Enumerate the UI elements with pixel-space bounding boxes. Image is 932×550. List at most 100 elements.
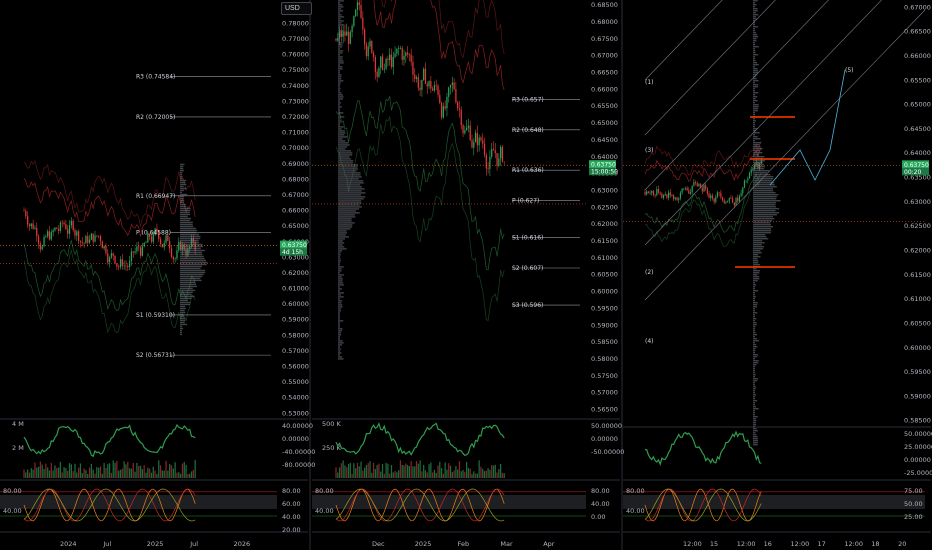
volume-profile-bar [753,222,771,224]
volume-profile-bar [338,2,341,4]
volume-profile-bar [753,432,756,434]
volume-profile-bar [753,318,757,320]
volume-profile-bar [753,58,755,60]
volume-profile-bar [753,236,767,238]
volume-profile-bar [338,344,342,346]
volume-profile-bar [753,148,763,150]
volume-bar [156,473,158,478]
price-tick-label: 0.65000 [591,119,618,127]
candle-body [371,41,373,53]
volume-profile-bar [753,342,755,344]
volume-profile-bar [180,237,201,240]
time-tick-label: Apr [543,540,555,548]
volume-profile-bar [338,72,340,74]
volume-profile-bar [753,326,756,328]
volume-profile-bar [338,348,341,350]
volume-profile-bar [338,124,340,126]
volume-profile-bar [753,154,760,156]
volume-bar [190,471,193,478]
volume-profile-bar [753,198,777,200]
volume-profile-bar [338,284,344,286]
candle-body [34,227,36,229]
candle-body [399,48,402,49]
candle-body [355,9,357,17]
volume-bar [392,472,394,478]
candle-body [394,53,396,57]
volume-profile-bar [338,270,342,272]
volume-profile-bar [180,211,190,214]
volume-bar [412,466,414,478]
candle-body [492,149,495,151]
volume-bar [65,468,67,478]
volume-profile-bar [338,134,345,136]
volume-profile-bar [338,240,343,242]
volume-bar [85,470,87,478]
channel-line [644,9,926,301]
volume-profile-bar [753,282,755,284]
volume-profile-bar [180,301,191,304]
candle-body [423,68,425,80]
volume-profile-bar [753,24,755,26]
pivot-label: S2 (0.56731) [136,352,175,359]
price-tick-label: 0.62500 [904,222,931,230]
volume-profile-bar [338,244,343,246]
oscillator-line [23,423,196,458]
volume-bar [125,464,127,478]
candle-body [664,194,666,196]
volume-profile-bar [338,30,344,32]
volume-bar [81,473,83,478]
candle-body [686,187,688,191]
price-tick-label: 0.78000 [282,19,309,27]
volume-profile-bar [338,46,343,48]
volume-profile-bar [180,281,196,284]
volume-bar [183,461,185,478]
volume-bar [79,463,82,478]
stoch-band [623,495,925,509]
volume-profile-bar [753,68,758,70]
candle-body [673,195,675,200]
volume-profile-bar [338,276,342,278]
volume-profile-bar [338,44,343,46]
volume-bar [74,463,76,478]
volume-bar [119,469,122,478]
volume-bar [471,473,473,478]
volume-profile-bar [753,210,776,212]
pivot-label: P (0.64588) [136,230,171,237]
oscillator-line [335,422,505,456]
price-tick-label: 0.68000 [282,175,309,183]
candle-body [406,52,409,55]
volume-bar [462,470,464,478]
candle-body [666,194,668,198]
candle-body [76,231,78,236]
volume-profile-bar [180,309,185,312]
pivot-label: R2 (0.72005) [136,114,175,121]
volume-bar [410,461,412,478]
volume-profile-bar [753,314,755,316]
price-tick-label: 0.58500 [591,338,618,346]
candle-body [118,266,120,268]
volume-profile-bar [753,378,759,380]
volume-profile-bar [753,436,758,438]
volume-bar [346,467,348,478]
volume-bar [179,473,182,478]
volume-profile-bar [753,112,755,114]
oscillator-tick-label: 0.00000 [904,456,931,464]
volume-bar [500,463,502,478]
stoch-band [312,495,586,509]
currency-selector[interactable]: USD [281,2,312,15]
volume-bar [165,460,167,478]
volume-bar [169,463,171,478]
volume-profile-bar [753,362,759,364]
volume-bar [458,461,461,478]
candle-body [347,31,350,44]
volume-profile-bar [753,260,759,262]
price-tick-label: 0.61000 [591,254,618,262]
volume-profile-bar [338,204,360,206]
volume-bar [103,462,105,478]
volume-profile-bar [338,156,350,158]
candle-body [449,85,452,88]
volume-profile-bar [338,98,343,100]
time-tick-label: Mar [500,540,513,548]
candle-body [735,197,737,206]
stoch-tick-label: 80.00 [315,487,334,495]
